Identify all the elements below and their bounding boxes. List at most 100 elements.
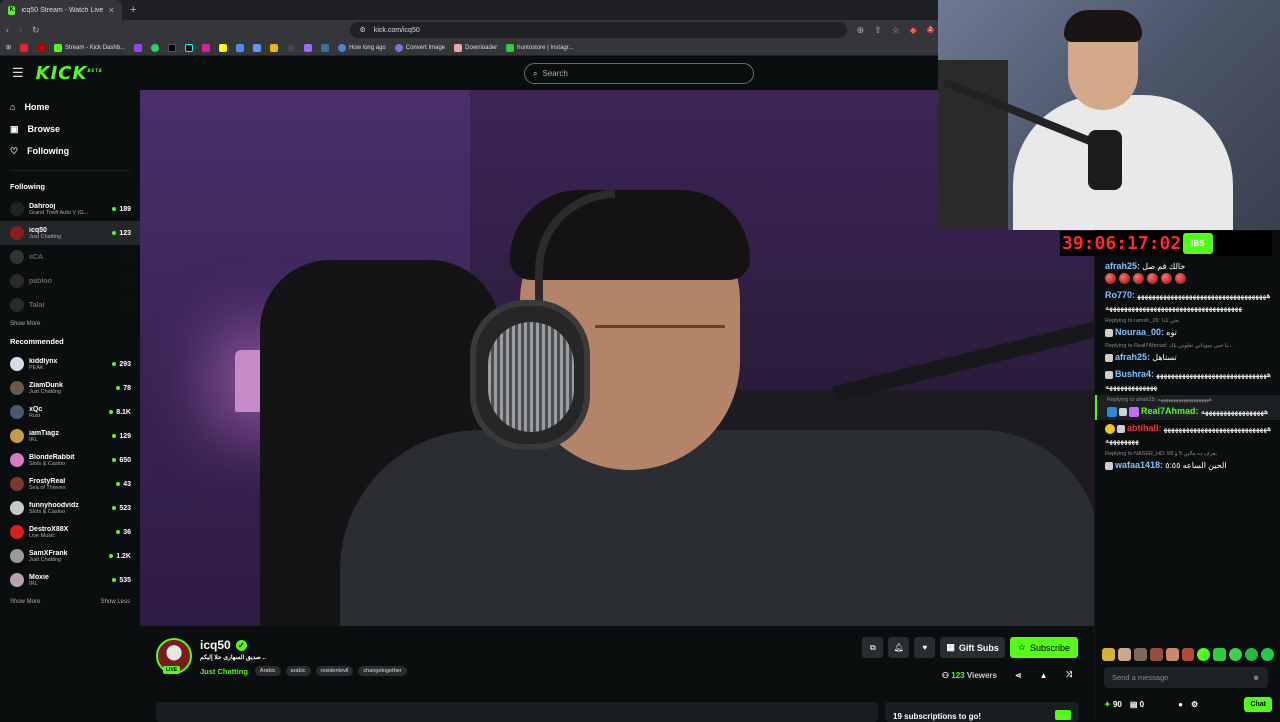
rewards-display[interactable]: ▤ 0 (1130, 700, 1144, 709)
chat-send-button[interactable]: Chat (1244, 696, 1272, 712)
snapchat-icon[interactable] (219, 43, 228, 52)
recommended-channel[interactable]: DestroX88X Live Music 36 (0, 520, 140, 544)
bookmark-convert-image[interactable]: Convert Image (394, 43, 445, 52)
bookmark-how-long-ago[interactable]: How long ago (338, 43, 386, 52)
emote[interactable] (1245, 648, 1259, 661)
bookmark-huntostore[interactable]: huntostore | Instagr... (506, 43, 573, 52)
back-icon[interactable]: ‹ (6, 25, 9, 35)
chat-username[interactable]: wafaa1418 (1115, 460, 1160, 470)
emote[interactable] (1197, 648, 1211, 661)
hide-chat-icon[interactable]: ⤨ (1066, 670, 1072, 680)
emoji-icon[interactable]: ☻ (1252, 673, 1260, 682)
recommended-channel[interactable]: kiddlynx PEAK 293 (0, 352, 140, 376)
youtube-icon[interactable] (20, 43, 29, 52)
recommended-channel[interactable]: xQc Rust 8.1K (0, 400, 140, 424)
browser-tab[interactable]: K icq50 Stream - Watch Live on K × (0, 0, 122, 20)
translate-icon[interactable] (253, 43, 262, 52)
emote[interactable] (1117, 648, 1131, 661)
ext-icon[interactable] (304, 43, 313, 52)
drive-icon[interactable] (270, 43, 279, 52)
forward-icon[interactable]: › (19, 25, 22, 35)
bookmark-star-icon[interactable]: ☆ (892, 25, 900, 36)
points-display[interactable]: ✦ 90 (1104, 700, 1122, 709)
clip-icon[interactable]: ⧉ (862, 637, 884, 658)
share-icon[interactable]: ⇪ (874, 25, 882, 36)
following-channel[interactable]: iiCA ◌ (0, 245, 140, 269)
link-icon[interactable] (321, 43, 330, 52)
search-input[interactable]: ⌕ Search (524, 63, 754, 84)
recommended-channel[interactable]: Moxie IRL 535 (0, 568, 140, 592)
subs-goal-arrow-icon[interactable] (1055, 710, 1071, 720)
nav-following[interactable]: ♡ Following (0, 140, 140, 162)
reload-icon[interactable]: ↻ (32, 25, 40, 36)
bookmark-kick-dashboard[interactable]: Stream - Kick Dashb... (54, 43, 125, 52)
show-more-button[interactable]: Show More (10, 599, 40, 605)
recommended-channel[interactable]: iamTiagz IRL 129 (0, 424, 140, 448)
apps-icon[interactable]: ⊞ (6, 44, 11, 51)
chat-bubble-icon[interactable]: ● (1178, 700, 1183, 709)
recommended-channel[interactable]: funnyhoodvidz Slots & Casino 523 (0, 496, 140, 520)
emote[interactable] (1102, 648, 1115, 661)
following-channel[interactable]: icq50 Just Chatting 123 (0, 221, 140, 245)
emote[interactable] (1149, 648, 1163, 661)
stream-category[interactable]: Just Chatting (200, 667, 248, 676)
tag-chip[interactable]: residentevil (315, 666, 354, 676)
following-channel[interactable]: pabloo ◌ (0, 269, 140, 293)
emote[interactable] (1165, 648, 1179, 661)
site-info-icon[interactable]: ⚙ (360, 26, 366, 34)
docs-icon[interactable] (236, 43, 245, 52)
emote[interactable] (1181, 648, 1195, 661)
recommended-channel[interactable]: SamXFrank Just Chatting 1.2K (0, 544, 140, 568)
chat-input[interactable]: Send a message ☻ (1104, 667, 1268, 688)
following-channel[interactable]: Dahrooj Grand Theft Auto V (G... 189 (0, 197, 140, 221)
chat-username[interactable]: abtihall (1127, 423, 1159, 433)
bookmark-downloader[interactable]: Downloader (454, 43, 497, 52)
whatsapp-icon[interactable] (151, 43, 160, 52)
chat-username[interactable]: Ro770 (1105, 290, 1132, 300)
url-box[interactable]: ⚙ kick.com/icq50 (349, 22, 847, 38)
emote[interactable] (1229, 648, 1243, 661)
github-icon[interactable] (287, 43, 296, 52)
tag-chip[interactable]: Arabic (254, 666, 281, 676)
emote[interactable] (1261, 648, 1274, 661)
tiktok-icon[interactable] (185, 43, 194, 52)
emote[interactable] (1133, 648, 1147, 661)
notification-bell-icon[interactable]: 🔔︎ (888, 637, 910, 658)
reply-context[interactable]: Replying to NASER_HD: 58 بعرف ده مالين 5… (1095, 449, 1280, 457)
show-less-button[interactable]: Show Less (101, 599, 130, 605)
chat-username[interactable]: Bushra4 (1115, 369, 1151, 379)
show-more-following[interactable]: Show More (10, 321, 40, 327)
reply-context[interactable]: Replying to Real7Ahmad: يا حبي سوداني تع… (1095, 341, 1280, 349)
tag-chip[interactable]: changetogether (358, 666, 407, 676)
zoom-icon[interactable]: ⊕ (857, 25, 865, 36)
gift-subs-button[interactable]: ▦ Gift Subs (940, 637, 1005, 658)
chat-username[interactable]: Nouraa_00 (1115, 327, 1161, 337)
recommended-channel[interactable]: ZiamDunk Just Chatting 78 (0, 376, 140, 400)
menu-icon[interactable]: ☰ (12, 65, 24, 81)
recommended-channel[interactable]: BlondeRabbit Slots & Casino 650 (0, 448, 140, 472)
nav-browse[interactable]: ▣ Browse (0, 118, 140, 140)
reply-context[interactable]: Replying to ramsh_26: نحن كذا (1095, 316, 1280, 324)
report-icon[interactable]: ▲ (1040, 671, 1048, 680)
extension-icon[interactable]: ◆ (910, 25, 917, 36)
chat-username[interactable]: afrah25 (1115, 352, 1147, 362)
emote[interactable] (1213, 648, 1227, 661)
chat-username[interactable]: Real7Ahmad (1141, 406, 1196, 416)
instagram-icon[interactable] (202, 43, 211, 52)
nav-home[interactable]: ⌂ Home (0, 96, 140, 118)
x-icon[interactable] (168, 43, 177, 52)
reply-context[interactable]: Replying to afrah25: ههههههههههههههههههه… (1097, 395, 1280, 403)
new-tab-button[interactable]: + (130, 4, 136, 16)
recommended-channel[interactable]: FrostyReal Sea of Thieves 43 (0, 472, 140, 496)
chat-username[interactable]: afrah25 (1105, 261, 1137, 271)
settings-icon[interactable]: ⚙ (1191, 700, 1198, 709)
tab-close-icon[interactable]: × (109, 5, 114, 15)
tag-chip[interactable]: arabic (285, 666, 311, 676)
channel-name[interactable]: icq50 (200, 638, 231, 652)
twitch-icon[interactable] (134, 43, 143, 52)
pinterest-icon[interactable] (37, 43, 46, 52)
following-channel[interactable]: Talal ◌ (0, 293, 140, 317)
follow-heart-icon[interactable]: ♥ (914, 637, 936, 658)
subscribe-button[interactable]: ☆ Subscribe (1009, 637, 1078, 658)
share-icon[interactable]: ⋖ (1015, 671, 1022, 680)
